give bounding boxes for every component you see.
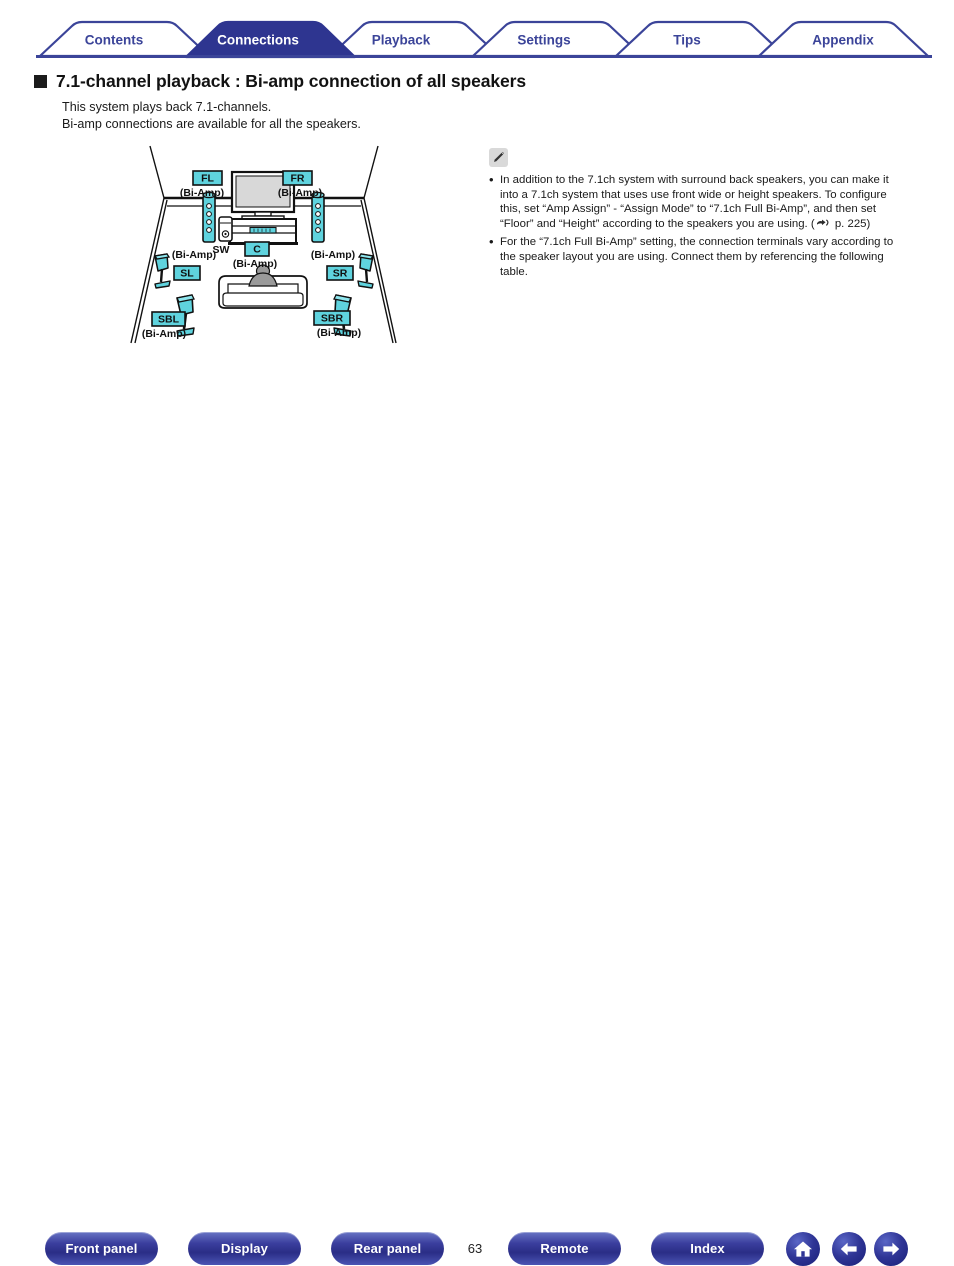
label-c-text: C [253,243,261,255]
footer-nav: Front panel Display Rear panel 63 Remote… [0,612,954,1266]
subwoofer [218,216,233,242]
index-label: Index [690,1241,725,1256]
tab-label-appendix: Appendix [812,33,874,48]
speaker-front-right [311,191,325,243]
speaker-front-left [202,191,216,243]
label-fl-sub: (Bi-Amp) [180,187,224,199]
speaker-surround-left [153,253,171,289]
label-fl-text: FL [201,172,214,184]
page-ref-icon [816,218,831,233]
note-page-ref: p. 225) [831,217,871,230]
remote-button[interactable]: Remote [508,1232,621,1265]
note-bullet-icon: • [489,172,494,187]
label-sr-text: SR [333,267,348,279]
label-fl: FL (Bi-Amp) [180,170,224,199]
note-block: • In addition to the 7.1ch system with s… [489,148,899,282]
page-heading: 7.1-channel playback : Bi-amp connection… [34,71,526,92]
label-c: C (Bi-Amp) [233,241,277,270]
back-arrow-icon[interactable] [832,1232,866,1266]
tabbar-baseline [36,55,932,58]
label-sl-sub: (Bi-Amp) [172,249,216,261]
intro-line-2: Bi-amp connections are available for all… [62,117,361,131]
tab-label-contents: Contents [85,33,144,48]
tab-contents[interactable]: Contents [38,20,211,58]
front-panel-label: Front panel [65,1241,138,1256]
note-bullet-icon: • [489,234,494,250]
note-item: • In addition to the 7.1ch system with s… [489,172,899,233]
tab-label-playback: Playback [372,33,431,48]
label-fr-text: FR [291,172,305,184]
label-sl-text: SL [180,267,194,279]
label-sbl-text: SBL [158,313,180,325]
label-sbl: SBL (Bi-Amp) [142,311,186,340]
rear-panel-label: Rear panel [353,1241,422,1256]
page-number: 63 [467,1241,483,1256]
speaker-layout-diagram: FL (Bi-Amp) FR (Bi-Amp) SW C (Bi-Amp) (B… [128,138,408,353]
label-sl: (Bi-Amp) SL [172,249,216,281]
label-sr-sub: (Bi-Amp) [311,249,355,261]
display-label: Display [221,1241,268,1256]
main-tab-bar: Contents Playback Settings Tips Appendix… [0,0,954,62]
label-sbr-sub: (Bi-Amp) [317,327,361,339]
tab-label-tips: Tips [673,33,701,48]
page-title: 7.1-channel playback : Bi-amp connection… [56,71,526,91]
home-icon[interactable] [786,1232,820,1266]
tab-settings[interactable]: Settings [471,20,644,58]
tab-connections[interactable]: Connections [184,20,357,59]
label-sbr: SBR (Bi-Amp) [313,310,361,339]
tab-appendix[interactable]: Appendix [757,20,930,58]
rear-panel-button[interactable]: Rear panel [331,1232,444,1265]
remote-label: Remote [540,1241,589,1256]
sofa [218,264,308,309]
front-panel-button[interactable]: Front panel [45,1232,158,1265]
label-fr-sub: (Bi-Amp) [278,187,322,199]
speaker-surround-right [357,253,375,289]
pencil-icon [489,148,508,167]
forward-arrow-icon[interactable] [874,1232,908,1266]
tab-label-connections: Connections [217,33,299,48]
intro-text: This system plays back 7.1-channels. Bi-… [62,99,361,133]
intro-line-1: This system plays back 7.1-channels. [62,100,272,114]
note-text-2: For the “7.1ch Full Bi-Amp” setting, the… [500,236,894,278]
label-c-sub: (Bi-Amp) [233,258,277,270]
index-button[interactable]: Index [651,1232,764,1265]
label-sbr-text: SBR [321,312,344,324]
display-button[interactable]: Display [188,1232,301,1265]
note-item: • For the “7.1ch Full Bi-Amp” setting, t… [489,235,899,279]
label-fr: FR (Bi-Amp) [278,170,322,199]
tab-label-settings: Settings [517,33,570,48]
label-sbl-sub: (Bi-Amp) [142,328,186,340]
heading-bullet-square [34,75,47,88]
tab-playback[interactable]: Playback [328,20,501,58]
label-sr: (Bi-Amp) SR [311,249,355,281]
tab-tips[interactable]: Tips [614,20,787,58]
